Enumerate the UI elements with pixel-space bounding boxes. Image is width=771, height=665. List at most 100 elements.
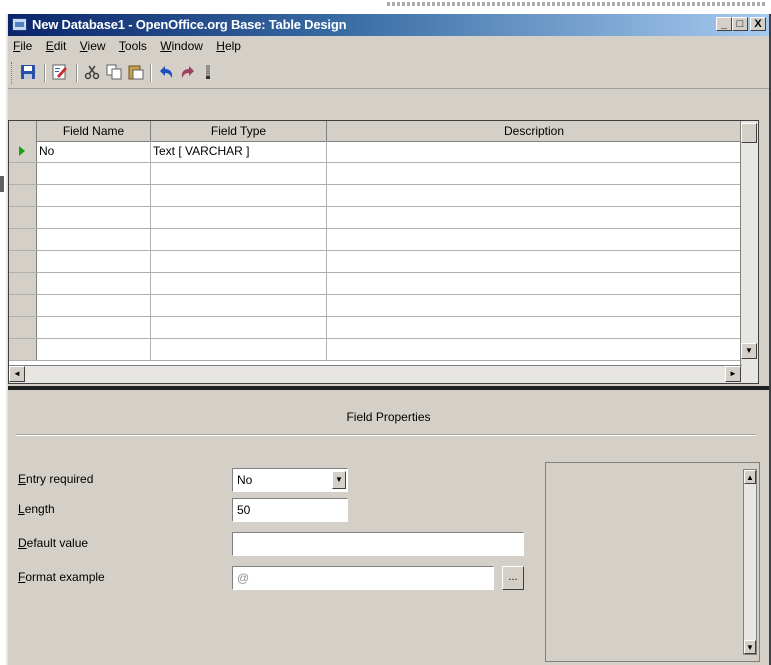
toolbar-separator: [44, 64, 46, 82]
description-cell[interactable]: [327, 295, 741, 316]
scroll-thumb[interactable]: [741, 123, 757, 143]
column-header-field-type[interactable]: Field Type: [151, 121, 327, 141]
toolbar-overflow-icon[interactable]: [198, 62, 218, 82]
menu-edit[interactable]: Edit: [41, 36, 72, 53]
description-cell[interactable]: [327, 317, 741, 338]
field-type-cell[interactable]: [151, 317, 327, 338]
paste-icon[interactable]: [126, 62, 146, 82]
field-name-cell[interactable]: [37, 185, 151, 206]
format-example-field: @: [232, 566, 494, 590]
window-title: New Database1 - OpenOffice.org Base: Tab…: [32, 17, 347, 32]
help-text-box: ▲ ▼: [545, 462, 760, 662]
table-row[interactable]: [9, 339, 758, 361]
row-header[interactable]: [9, 339, 37, 360]
field-type-cell[interactable]: [151, 185, 327, 206]
table-row[interactable]: [9, 229, 758, 251]
format-button[interactable]: ...: [502, 566, 524, 590]
minimize-button[interactable]: _: [716, 17, 732, 31]
redo-icon[interactable]: [178, 62, 198, 82]
grid-header: Field Name Field Type Description: [9, 121, 758, 142]
scroll-up-button[interactable]: ▲: [744, 470, 756, 484]
entry-required-dropdown[interactable]: No ▼: [232, 468, 348, 492]
field-name-cell[interactable]: [37, 273, 151, 294]
description-cell[interactable]: [327, 229, 741, 250]
row-header[interactable]: [9, 229, 37, 250]
length-label: Length: [18, 502, 55, 516]
scroll-down-button[interactable]: ▼: [744, 640, 756, 654]
menu-help[interactable]: Help: [211, 36, 246, 53]
column-header-description[interactable]: Description: [327, 121, 741, 141]
field-name-cell[interactable]: [37, 251, 151, 272]
field-name-cell[interactable]: [37, 229, 151, 250]
undo-icon[interactable]: [156, 62, 176, 82]
edit-icon[interactable]: [50, 62, 70, 82]
table-row[interactable]: No Text [ VARCHAR ]: [9, 141, 758, 163]
field-name-cell[interactable]: No: [37, 141, 151, 162]
format-example-label: Format example: [18, 570, 105, 584]
maximize-button[interactable]: □: [732, 17, 748, 31]
row-header[interactable]: [9, 295, 37, 316]
row-header[interactable]: [9, 207, 37, 228]
column-header-field-name[interactable]: Field Name: [37, 121, 151, 141]
row-header[interactable]: [9, 251, 37, 272]
field-name-cell[interactable]: [37, 295, 151, 316]
field-type-cell[interactable]: [151, 229, 327, 250]
table-design-window: New Database1 - OpenOffice.org Base: Tab…: [6, 14, 771, 665]
field-type-cell[interactable]: [151, 295, 327, 316]
entry-required-label: Entry required: [18, 472, 94, 486]
description-cell[interactable]: [327, 207, 741, 228]
field-type-cell[interactable]: [151, 207, 327, 228]
description-cell[interactable]: [327, 185, 741, 206]
field-name-cell[interactable]: [37, 207, 151, 228]
dropdown-arrow-icon[interactable]: ▼: [332, 471, 346, 489]
scroll-left-button[interactable]: ◄: [9, 366, 25, 382]
divider: [16, 434, 756, 436]
field-type-cell[interactable]: [151, 251, 327, 272]
scroll-right-button[interactable]: ►: [725, 366, 741, 382]
save-icon[interactable]: [18, 62, 38, 82]
title-bar[interactable]: New Database1 - OpenOffice.org Base: Tab…: [8, 14, 769, 36]
grid-horizontal-scrollbar[interactable]: ◄ ►: [9, 365, 742, 383]
description-cell[interactable]: [327, 163, 741, 184]
grid-vertical-scrollbar[interactable]: ▼: [740, 121, 758, 383]
help-scrollbar[interactable]: ▲ ▼: [743, 469, 757, 655]
copy-icon[interactable]: [104, 62, 124, 82]
description-cell[interactable]: [327, 273, 741, 294]
default-value-field[interactable]: [232, 532, 524, 556]
description-cell[interactable]: [327, 251, 741, 272]
table-row[interactable]: [9, 207, 758, 229]
table-row[interactable]: [9, 295, 758, 317]
row-header[interactable]: [9, 317, 37, 338]
cut-icon[interactable]: [82, 62, 102, 82]
table-row[interactable]: [9, 185, 758, 207]
close-button[interactable]: X: [750, 17, 766, 31]
table-row[interactable]: [9, 163, 758, 185]
menu-tools[interactable]: Tools: [114, 36, 152, 53]
menu-file[interactable]: File: [8, 36, 37, 53]
toolbar-grip[interactable]: [11, 62, 15, 84]
scroll-down-button[interactable]: ▼: [741, 343, 757, 359]
menu-window[interactable]: Window: [155, 36, 208, 53]
field-name-cell[interactable]: [37, 317, 151, 338]
description-cell[interactable]: [327, 339, 741, 360]
field-type-cell[interactable]: Text [ VARCHAR ]: [151, 141, 327, 162]
field-type-cell[interactable]: [151, 339, 327, 360]
row-header[interactable]: [9, 185, 37, 206]
row-header[interactable]: [9, 163, 37, 184]
table-row[interactable]: [9, 273, 758, 295]
length-field[interactable]: 50: [232, 498, 348, 522]
table-row[interactable]: [9, 317, 758, 339]
menu-view[interactable]: View: [75, 36, 111, 53]
toolbar: [8, 56, 769, 89]
field-name-cell[interactable]: [37, 163, 151, 184]
edge-mark: [0, 176, 4, 192]
app-icon[interactable]: [12, 18, 27, 31]
description-cell[interactable]: [327, 141, 741, 162]
table-row[interactable]: [9, 251, 758, 273]
field-type-cell[interactable]: [151, 163, 327, 184]
row-header[interactable]: [9, 273, 37, 294]
field-type-cell[interactable]: [151, 273, 327, 294]
field-name-cell[interactable]: [37, 339, 151, 360]
entry-required-value: No: [237, 473, 253, 487]
row-header[interactable]: [9, 141, 37, 162]
